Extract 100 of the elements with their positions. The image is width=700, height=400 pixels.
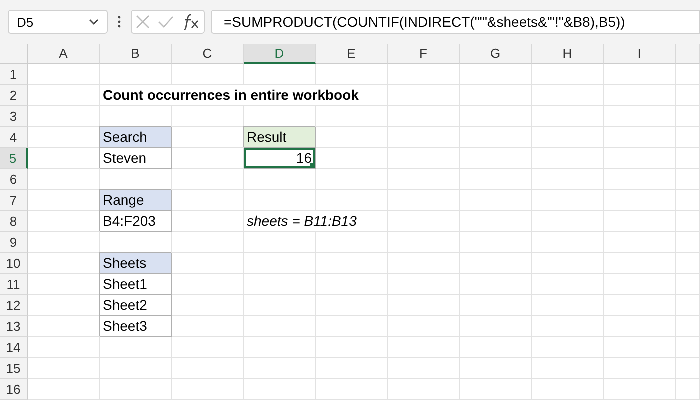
grid-cell[interactable] (172, 148, 244, 169)
grid-cell[interactable] (460, 211, 532, 232)
grid-cell[interactable] (460, 316, 532, 337)
grid-cell[interactable] (28, 85, 100, 106)
grid-cell[interactable] (604, 127, 676, 148)
cancel-icon[interactable] (136, 15, 150, 29)
column-header[interactable]: F (388, 44, 460, 64)
row-header[interactable]: 11 (0, 274, 28, 295)
column-header[interactable]: B (100, 44, 172, 64)
grid-cell[interactable] (532, 127, 604, 148)
grid-cell[interactable] (460, 274, 532, 295)
grid-cell[interactable] (604, 379, 676, 400)
grid-cell[interactable] (244, 253, 316, 274)
grid-cell[interactable] (388, 358, 460, 379)
grid-cell[interactable] (388, 379, 460, 400)
grid-cell[interactable] (460, 169, 532, 190)
row-header[interactable]: 16 (0, 379, 28, 400)
grid-cell[interactable] (316, 274, 388, 295)
grid-cell[interactable] (532, 211, 604, 232)
grid-cell[interactable] (388, 190, 460, 211)
grid-cell[interactable] (316, 127, 388, 148)
grid-cell[interactable] (676, 295, 700, 316)
grid-cell[interactable] (604, 211, 676, 232)
grid-cell[interactable] (388, 253, 460, 274)
grid-cell[interactable] (604, 274, 676, 295)
grid-cell[interactable] (532, 295, 604, 316)
column-header[interactable]: D (244, 44, 316, 64)
column-header[interactable]: A (28, 44, 100, 64)
grid-cell[interactable] (388, 232, 460, 253)
column-header[interactable]: G (460, 44, 532, 64)
column-header[interactable] (676, 44, 700, 64)
grid-cell[interactable] (100, 379, 172, 400)
column-header[interactable]: I (604, 44, 676, 64)
grid-cell[interactable] (388, 274, 460, 295)
grid-cell[interactable] (604, 358, 676, 379)
grid-cell[interactable] (676, 337, 700, 358)
function-icon[interactable] (182, 14, 200, 30)
row-header[interactable]: 4 (0, 127, 28, 148)
grid-cell[interactable] (388, 148, 460, 169)
formula-bar[interactable]: =SUMPRODUCT(COUNTIF(INDIRECT("'"&sheets&"'!"&B8),B5)) (211, 10, 700, 34)
grid-cell[interactable] (316, 358, 388, 379)
grid-cell[interactable] (316, 169, 388, 190)
grid-cell[interactable] (676, 211, 700, 232)
grid-cell[interactable] (532, 379, 604, 400)
grid-cell[interactable] (244, 169, 316, 190)
grid-cell[interactable] (100, 358, 172, 379)
grid-cell[interactable] (460, 85, 532, 106)
grid-cell[interactable] (172, 232, 244, 253)
grid-cell[interactable] (388, 337, 460, 358)
row-header[interactable]: 9 (0, 232, 28, 253)
grid-cell[interactable] (460, 232, 532, 253)
column-header[interactable]: C (172, 44, 244, 64)
grid-cell[interactable] (388, 106, 460, 127)
row-header[interactable]: 3 (0, 106, 28, 127)
grid-cell[interactable] (388, 316, 460, 337)
grid-cell[interactable] (172, 253, 244, 274)
grid-cell[interactable] (316, 295, 388, 316)
grid-cell[interactable] (460, 106, 532, 127)
grid-cell[interactable] (460, 358, 532, 379)
grid-cell[interactable] (532, 337, 604, 358)
grid-cell[interactable] (388, 64, 460, 85)
grid-cell[interactable] (676, 127, 700, 148)
grid-cell[interactable] (244, 64, 316, 85)
grid-cell[interactable] (316, 232, 388, 253)
grid-cell[interactable] (316, 379, 388, 400)
grid-cell[interactable] (460, 127, 532, 148)
check-icon[interactable] (158, 16, 174, 28)
grid-cell[interactable] (532, 190, 604, 211)
grid-cell[interactable] (244, 316, 316, 337)
grid-cell[interactable] (604, 337, 676, 358)
row-header[interactable]: 12 (0, 295, 28, 316)
select-all-corner[interactable] (0, 44, 28, 64)
row-header[interactable]: 6 (0, 169, 28, 190)
grid-cell[interactable] (676, 106, 700, 127)
grid-cell[interactable] (532, 148, 604, 169)
grid-cell[interactable] (316, 106, 388, 127)
grid-cell[interactable] (244, 274, 316, 295)
grid-cell[interactable] (388, 85, 460, 106)
grid-cell[interactable] (460, 337, 532, 358)
grid-cell[interactable] (172, 358, 244, 379)
row-header[interactable]: 8 (0, 211, 28, 232)
grid-cell[interactable] (532, 316, 604, 337)
grid-cell[interactable] (172, 379, 244, 400)
grid-cell[interactable] (388, 127, 460, 148)
grid-cell[interactable] (460, 295, 532, 316)
grid-cell[interactable] (316, 148, 388, 169)
grid-cell[interactable] (604, 169, 676, 190)
grid-cell[interactable] (28, 379, 100, 400)
grid-cell[interactable] (604, 106, 676, 127)
grid-cell[interactable] (172, 295, 244, 316)
grid-cell[interactable] (244, 337, 316, 358)
grid-cell[interactable] (604, 190, 676, 211)
grid-cell[interactable] (316, 337, 388, 358)
column-header[interactable]: E (316, 44, 388, 64)
grid-cell[interactable] (172, 316, 244, 337)
grid-cell[interactable] (676, 64, 700, 85)
grid-cell[interactable] (388, 169, 460, 190)
grid-cell[interactable] (676, 358, 700, 379)
grid-cell[interactable] (604, 85, 676, 106)
grid-cell[interactable] (676, 379, 700, 400)
